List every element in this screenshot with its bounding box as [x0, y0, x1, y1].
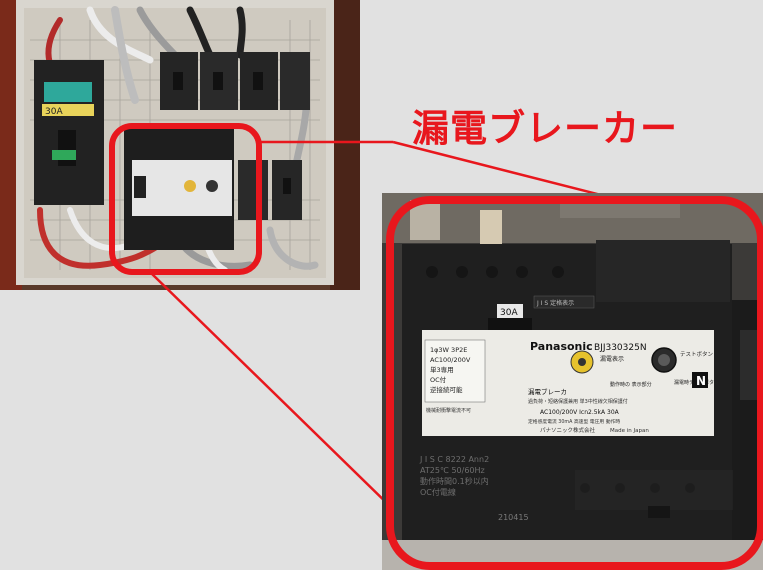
left-label-small: 機械耐衝撃電流不可: [426, 407, 471, 414]
model-number: BJJ330325N: [594, 343, 647, 353]
left-photo: 30A: [0, 0, 360, 290]
rating-tab: 30A: [500, 308, 518, 318]
product-sub: 過負荷・短絡保護兼用 単3中性線欠相保護付: [528, 398, 628, 405]
serial-number: 210415: [498, 513, 529, 522]
bottom-line-3: 動作時間0.1秒以内: [420, 476, 489, 486]
spec-line-2: 定格感度電流 30mA 高速型 電圧用 動作時: [528, 418, 620, 425]
left-label-line-1: 1φ3W 3P2E: [430, 346, 467, 354]
top-branch-breakers: [160, 52, 310, 110]
spec-line: AC100/200V Icn2.5kA 30A: [540, 409, 620, 416]
headline-title: 漏電ブレーカー: [412, 107, 678, 150]
test-button-label: テストボタン: [680, 350, 714, 358]
neutral-badge-text: N: [696, 374, 706, 388]
jis-strip: J I S 定格表示: [536, 299, 574, 307]
left-label-line-5: 逆接続可能: [430, 385, 463, 394]
bottom-line-4: OC付電線: [420, 487, 456, 497]
main-breaker-rating: 30A: [45, 107, 63, 117]
made-in: Made in Japan: [610, 428, 649, 434]
zoom-photo: J I S 定格表示 30A 1φ3W 3P2E AC100/200V 単3専用…: [382, 193, 763, 570]
manufacturer: パナソニック株式会社: [540, 426, 596, 434]
left-label-line-3: 単3専用: [430, 365, 454, 374]
left-label-line-2: AC100/200V: [430, 356, 471, 364]
bottom-line-2: AT25℃ 50/60Hz: [420, 466, 485, 475]
main-breaker: 30A: [34, 60, 104, 205]
trip-label: 動作時の 表示部分: [610, 381, 652, 388]
callout-line-bottom: [149, 271, 399, 515]
leak-indicator-label: 漏電表示: [600, 355, 624, 363]
scene: 30A J I S 定格表示 30A 1φ3W 3P2E AC100/200V …: [0, 0, 763, 570]
left-label-line-4: OC付: [430, 375, 447, 384]
bottom-line-1: J I S C 8222 Ann2: [419, 455, 489, 464]
product-name: 漏電ブレーカ: [528, 387, 567, 396]
